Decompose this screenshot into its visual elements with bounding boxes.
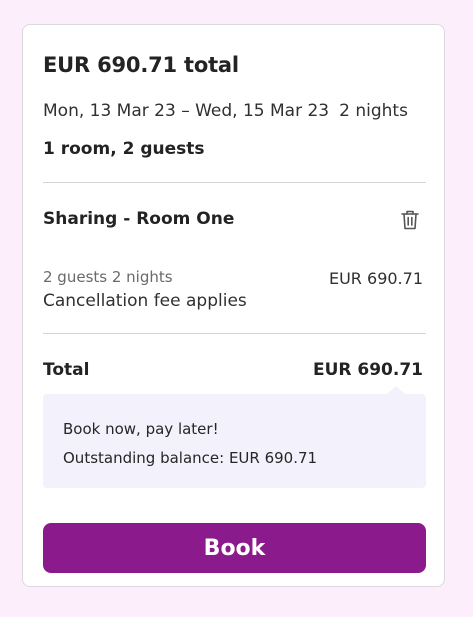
trash-icon[interactable] bbox=[400, 209, 420, 231]
cancellation-policy: Cancellation fee applies bbox=[43, 291, 247, 311]
outstanding-balance: Outstanding balance: EUR 690.71 bbox=[63, 449, 318, 467]
date-range: Mon, 13 Mar 23 – Wed, 15 Mar 23 bbox=[43, 101, 330, 121]
book-button[interactable]: Book bbox=[43, 523, 426, 573]
pay-later-message: Book now, pay later! bbox=[63, 420, 219, 438]
stay-dates: Mon, 13 Mar 23 – Wed, 15 Mar 23 2 nights bbox=[43, 101, 408, 121]
pay-later-notice: Book now, pay later! Outstanding balance… bbox=[43, 386, 426, 488]
nights-count: 2 nights bbox=[339, 101, 408, 121]
total-label: Total bbox=[43, 360, 90, 380]
room-guests-nights: 2 guests 2 nights bbox=[43, 268, 173, 286]
room-name: Sharing - Room One bbox=[43, 209, 235, 229]
divider bbox=[43, 333, 426, 334]
divider bbox=[43, 182, 426, 183]
total-value: EUR 690.71 bbox=[312, 360, 423, 380]
booking-summary-card: EUR 690.71 total Mon, 13 Mar 23 – Wed, 1… bbox=[22, 24, 445, 587]
occupancy-summary: 1 room, 2 guests bbox=[43, 139, 205, 159]
total-price-title: EUR 690.71 total bbox=[43, 53, 239, 77]
room-price: EUR 690.71 bbox=[328, 269, 423, 288]
